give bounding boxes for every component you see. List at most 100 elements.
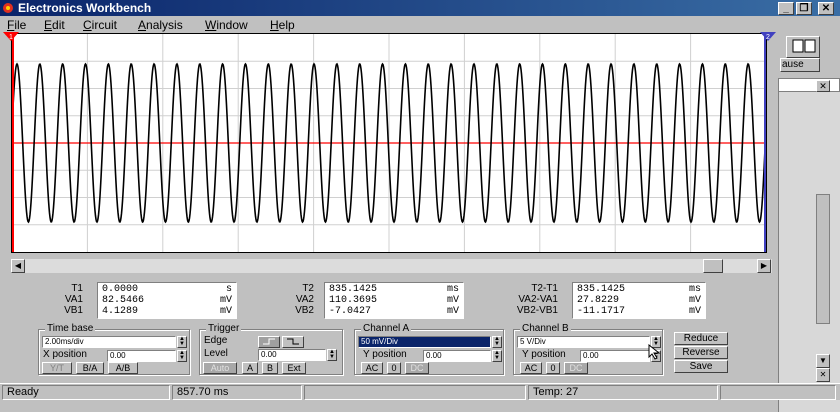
diff-readout-group: T2-T1 VA2-VA1 VB2-VB1 835.1425 ms 27.8229…	[478, 281, 708, 321]
scroll-right-button[interactable]: ▶	[757, 259, 771, 273]
timebase-xpos-spinner[interactable]: ▲ ▼	[177, 350, 187, 362]
trigger-ext-button[interactable]: Ext	[282, 362, 306, 374]
menu-analysis[interactable]: Analysis	[138, 17, 183, 33]
menu-file[interactable]: File	[7, 17, 26, 33]
t2-t1-value: 835.1425	[577, 284, 626, 295]
menu-window[interactable]: Window	[205, 17, 248, 33]
channel-a-ypos-label: Y position	[363, 349, 407, 360]
readout-label-va1: VA1	[64, 294, 83, 305]
reverse-button[interactable]: Reverse	[674, 346, 728, 359]
svg-text:1: 1	[9, 34, 13, 41]
timebase-title: Time base	[45, 323, 96, 334]
status-temp: Temp: 27	[528, 385, 718, 400]
timebase-spinner[interactable]: ▲ ▼	[177, 336, 187, 348]
background-close-button[interactable]: ✕	[816, 80, 830, 92]
readout-label-vb2-vb1: VB2-VB1	[516, 305, 558, 316]
trigger-group: Trigger Edge Level 0.00 ▲ ▼ Auto A B Ext	[199, 323, 343, 375]
status-bar: Ready 857.70 ms Temp: 27	[0, 383, 840, 400]
vb2-vb1-value: -11.1717	[577, 306, 626, 317]
reduce-button[interactable]: Reduce	[674, 332, 728, 345]
edge-rising-button[interactable]	[258, 336, 280, 348]
channel-a-zero-button[interactable]: 0	[387, 362, 401, 374]
oscilloscope-screen	[11, 33, 767, 253]
close-button[interactable]: ✕	[818, 2, 834, 15]
status-time: 857.70 ms	[172, 385, 302, 400]
ab-button[interactable]: A/B	[108, 362, 138, 374]
timebase-scale-field[interactable]: 2.00ms/div	[42, 336, 176, 348]
background-window-header	[778, 78, 840, 92]
title-bar: Electronics Workbench _ ❐ ✕	[0, 0, 840, 16]
status-extra	[720, 385, 836, 400]
edge-falling-button[interactable]	[282, 336, 304, 348]
readout-label-t1: T1	[71, 283, 83, 294]
readout-label-vb2: VB2	[295, 305, 314, 316]
instrument-icon[interactable]	[786, 36, 820, 58]
t2-value: 835.1425	[329, 284, 378, 295]
trigger-level-spinner[interactable]: ▲ ▼	[327, 349, 337, 361]
cursor1-readout-group: T1 VA1 VB1 0.0000 s 82.5466 mV 4.1289 mV	[37, 281, 243, 321]
channel-b-ac-button[interactable]: AC	[520, 362, 542, 374]
cursor2-values: 835.1425 ms 110.3695 mV -7.0427 mV	[324, 282, 464, 319]
svg-text:2: 2	[766, 34, 770, 41]
channel-b-ypos-field[interactable]: 0.00	[580, 350, 650, 362]
timebase-xpos-label: X position	[43, 349, 87, 360]
trigger-level-field[interactable]: 0.00	[258, 349, 326, 361]
channel-b-ypos-label: Y position	[522, 349, 566, 360]
channel-a-dc-button[interactable]: DC	[405, 362, 429, 374]
channel-a-ypos-field[interactable]: 0.00	[423, 350, 491, 362]
menu-help[interactable]: Help	[270, 17, 295, 33]
readout-label-t2-t1: T2-T1	[531, 283, 558, 294]
background-window-area	[778, 92, 840, 412]
channel-a-scale-field[interactable]: 50 mV/Div	[358, 336, 491, 348]
screen-hscroll[interactable]: ◀ ▶	[11, 259, 772, 273]
menu-circuit[interactable]: Circuit	[83, 17, 117, 33]
scroll-thumb[interactable]	[703, 259, 723, 273]
channel-a-title: Channel A	[361, 323, 412, 334]
trigger-a-button[interactable]: A	[242, 362, 258, 374]
edge-label: Edge	[204, 335, 228, 346]
channel-b-title: Channel B	[520, 323, 571, 334]
save-button[interactable]: Save	[674, 360, 728, 373]
timebase-xpos-field[interactable]: 0.00	[107, 350, 176, 362]
scroll-left-button[interactable]: ◀	[11, 259, 25, 273]
channel-b-dc-button[interactable]: DC	[564, 362, 588, 374]
cursor1-values: 0.0000 s 82.5466 mV 4.1289 mV	[97, 282, 237, 319]
cursor2-marker[interactable]: 2	[760, 32, 776, 45]
background-panel: ause ✕ ▼ ✕	[778, 34, 840, 412]
window-title: Electronics Workbench	[18, 1, 152, 15]
channel-b-group: Channel B 5 V/Div ▲▼ Y position 0.00 ▲▼ …	[513, 323, 663, 375]
menu-edit[interactable]: Edit	[44, 17, 65, 33]
va2-va1-value: 27.8229	[577, 295, 620, 306]
status-empty	[304, 385, 526, 400]
readout-label-va2: VA2	[295, 294, 314, 305]
status-ready: Ready	[2, 385, 170, 400]
yt-button[interactable]: Y/T	[42, 362, 72, 374]
va1-value: 82.5466	[102, 295, 145, 306]
channel-b-scale-field[interactable]: 5 V/Div	[517, 336, 650, 348]
va2-value: 110.3695	[329, 295, 378, 306]
channel-a-ac-button[interactable]: AC	[361, 362, 383, 374]
cursor1-marker[interactable]: 1	[3, 32, 19, 45]
pause-button[interactable]: ause	[780, 58, 820, 72]
mouse-pointer-icon	[648, 344, 661, 360]
level-label: Level	[204, 348, 228, 359]
readout-label-va2-va1: VA2-VA1	[518, 294, 558, 305]
ba-button[interactable]: B/A	[76, 362, 104, 374]
auto-button[interactable]: Auto	[203, 362, 237, 374]
maximize-button[interactable]: ❐	[796, 2, 812, 15]
readout-label-t2: T2	[302, 283, 314, 294]
channel-b-zero-button[interactable]: 0	[546, 362, 560, 374]
background-scroll-end[interactable]: ✕	[816, 368, 830, 382]
channel-a-group: Channel A 50 mV/Div ▲ ▼ Y position 0.00 ▲…	[354, 323, 504, 375]
app-icon	[3, 3, 13, 13]
minimize-button[interactable]: _	[778, 2, 794, 15]
vb2-value: -7.0427	[329, 306, 372, 317]
timebase-group: Time base 2.00ms/div ▲ ▼ X position 0.00 …	[38, 323, 190, 375]
background-scroll-down[interactable]: ▼	[816, 354, 830, 368]
readout-label-vb1: VB1	[64, 305, 83, 316]
channel-a-scale-spinner[interactable]: ▲ ▼	[492, 336, 502, 348]
background-vscroll[interactable]	[816, 194, 830, 324]
cursor2-readout-group: T2 VA2 VB2 835.1425 ms 110.3695 mV -7.0427…	[258, 281, 468, 321]
channel-a-ypos-spinner[interactable]: ▲ ▼	[492, 350, 502, 362]
trigger-b-button[interactable]: B	[262, 362, 278, 374]
